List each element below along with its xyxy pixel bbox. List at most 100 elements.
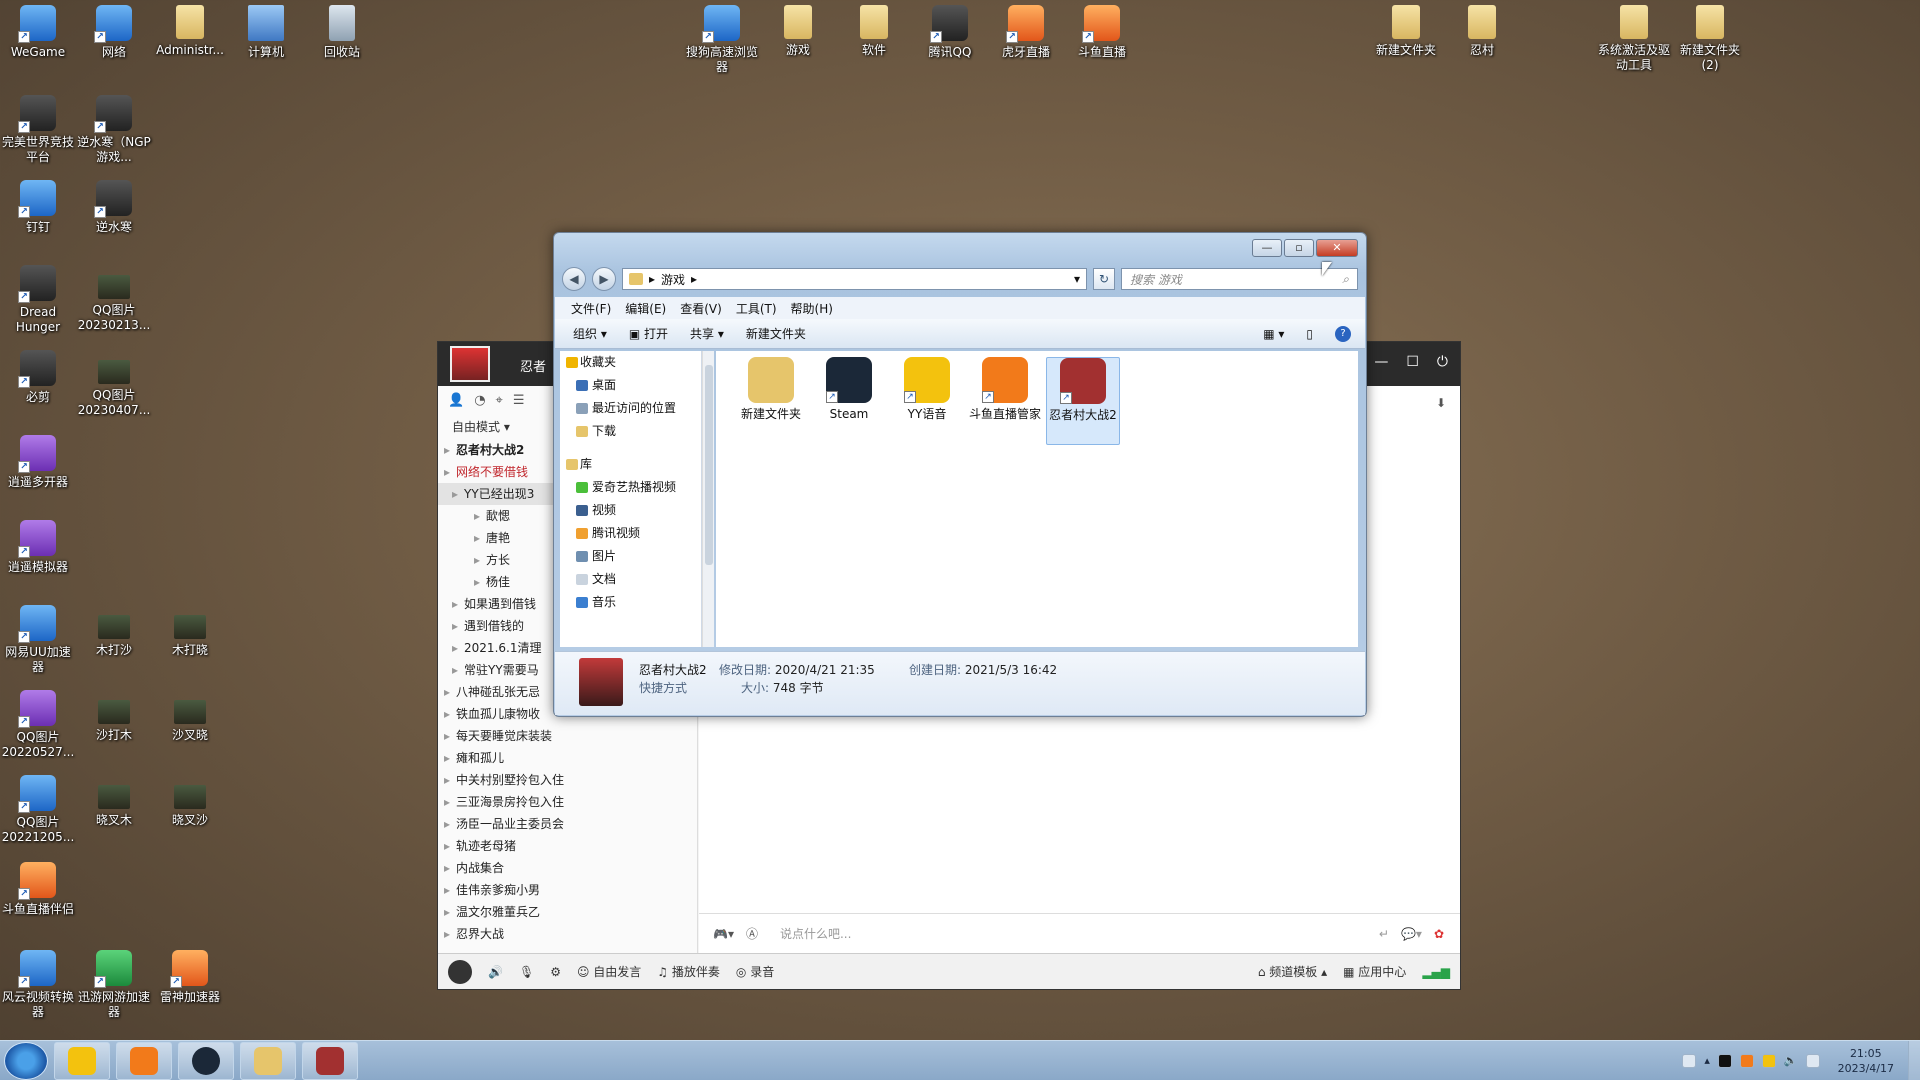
organize-button[interactable]: 组织 ▾ <box>573 325 607 342</box>
menu-item[interactable]: 工具(T) <box>736 300 777 317</box>
nav-scrollbar[interactable] <box>702 351 714 647</box>
nav-item[interactable]: 图片 <box>560 545 701 568</box>
desktop-icon[interactable]: 新建文件夹 <box>1368 5 1444 58</box>
clock[interactable]: 21:05 2023/4/17 <box>1838 1046 1894 1076</box>
nav-item[interactable]: 桌面 <box>560 374 701 397</box>
power-icon[interactable]: ⏻ <box>1437 354 1448 370</box>
qq-tray-icon[interactable] <box>1717 1053 1732 1068</box>
tray-expand-icon[interactable]: ▴ <box>1704 1054 1710 1067</box>
desktop-icon[interactable]: ↗ 完美世界竞技平台 <box>0 95 76 165</box>
nav-item[interactable]: 文档 <box>560 568 701 591</box>
desktop-icon[interactable]: ↗ 虎牙直播 <box>988 5 1064 60</box>
channel-template-button[interactable]: ⌂ 频道模板 ▴ <box>1258 963 1327 980</box>
taskbar-explorer-button[interactable] <box>240 1041 296 1080</box>
file-item[interactable]: ↗ 忍者村大战2 <box>1046 357 1120 445</box>
file-item[interactable]: ↗ 斗鱼直播管家 <box>968 357 1042 445</box>
taskbar-steam-button[interactable] <box>178 1041 234 1080</box>
message-icon[interactable]: 💬▾ <box>1401 927 1422 941</box>
desktop-icon[interactable]: ↗ 网易UU加速器 <box>0 605 76 675</box>
volume-icon[interactable]: 🔈 <box>1784 1054 1798 1067</box>
back-button[interactable]: ◀ <box>562 267 586 291</box>
chat-input[interactable]: 说点什么吧... <box>780 925 851 942</box>
desktop-icon[interactable]: ↗ 逍遥多开器 <box>0 435 76 490</box>
breadcrumb[interactable]: 游戏 <box>661 271 685 288</box>
view-options-icon[interactable]: ▦ ▾ <box>1263 327 1284 341</box>
maximize-button[interactable]: ▫ <box>1284 239 1314 257</box>
file-item[interactable]: ↗ YY语音 <box>890 357 964 445</box>
mixer-icon[interactable]: ⚙ <box>550 965 561 979</box>
history-icon[interactable]: ◔ <box>474 393 485 408</box>
channel-tree-item[interactable]: ▸ 中关村别墅拎包入住 <box>438 769 697 791</box>
taskbar-yy-button[interactable] <box>54 1041 110 1080</box>
desktop-icon[interactable]: 系统激活及驱动工具 <box>1596 5 1672 73</box>
refresh-button[interactable]: ↻ <box>1093 268 1115 290</box>
free-speak-button[interactable]: ☺ 自由发言 <box>577 963 641 980</box>
channel-tree-item[interactable]: ▸ 忍界大战 <box>438 923 697 945</box>
desktop-icon[interactable]: ↗ QQ图片20221205... <box>0 775 76 845</box>
channel-tree-item[interactable]: ▸ 三亚海景房拎包入住 <box>438 791 697 813</box>
desktop-icon[interactable]: 游戏 <box>760 5 836 58</box>
desktop-icon[interactable]: ↗ WeGame <box>0 5 76 60</box>
desktop-icon[interactable]: 晓叉沙 <box>152 775 228 828</box>
file-item[interactable]: 新建文件夹 <box>734 357 808 445</box>
minimize-button[interactable]: — <box>1252 239 1282 257</box>
forward-button[interactable]: ▶ <box>592 267 616 291</box>
new-folder-button[interactable]: 新建文件夹 <box>746 325 806 342</box>
desktop-icon[interactable]: Administr... <box>152 5 228 58</box>
channel-tree-item[interactable]: ▸ 瘫和孤儿 <box>438 747 697 769</box>
network-icon[interactable] <box>1805 1053 1820 1068</box>
desktop-icon[interactable]: ↗ 逆水寒 <box>76 180 152 235</box>
menu-item[interactable]: 编辑(E) <box>625 300 666 317</box>
location-icon[interactable]: ⌖ <box>496 393 503 408</box>
desktop-icon[interactable]: 沙打木 <box>76 690 152 743</box>
speaker-icon[interactable]: 🔊 <box>488 965 503 979</box>
desktop-icon[interactable]: 忍村 <box>1444 5 1520 58</box>
channel-tree-item[interactable]: ▸ 内战集合 <box>438 857 697 879</box>
desktop-icon[interactable]: ↗ 腾讯QQ <box>912 5 988 60</box>
maximize-icon[interactable]: ☐ <box>1406 354 1419 370</box>
desktop-icon[interactable]: 晓叉木 <box>76 775 152 828</box>
douyu-tray-icon[interactable] <box>1739 1053 1754 1068</box>
channel-tree-item[interactable]: ▸ 每天要睡觉床装装 <box>438 725 697 747</box>
desktop-icon[interactable]: 木打沙 <box>76 605 152 658</box>
desktop-icon[interactable]: ↗ 必剪 <box>0 350 76 405</box>
channel-tree-item[interactable]: ▸ 温文尔雅董兵乙 <box>438 901 697 923</box>
desktop-icon[interactable]: ↗ 风云视频转换器 <box>0 950 76 1020</box>
search-icon[interactable]: ⌕ <box>1342 272 1349 287</box>
user-icon[interactable]: 👤 <box>448 393 464 408</box>
desktop-icon[interactable]: ↗ 钉钉 <box>0 180 76 235</box>
nav-item[interactable]: 视频 <box>560 499 701 522</box>
desktop-icon[interactable]: 木打晓 <box>152 605 228 658</box>
list-icon[interactable]: ☰ <box>513 393 525 408</box>
keyboard-icon[interactable] <box>1682 1053 1697 1068</box>
nav-item[interactable]: 库 <box>560 453 701 476</box>
menu-item[interactable]: 查看(V) <box>680 300 722 317</box>
yy-tray-icon[interactable] <box>1761 1053 1776 1068</box>
channel-tree-item[interactable]: ▸ 汤臣一品业主委员会 <box>438 813 697 835</box>
desktop-icon[interactable]: ↗ 迅游网游加速器 <box>76 950 152 1020</box>
preview-pane-icon[interactable]: ▯ <box>1306 327 1313 341</box>
file-item[interactable]: ↗ Steam <box>812 357 886 445</box>
desktop-icon[interactable]: ↗ 网络 <box>76 5 152 60</box>
desktop-icon[interactable]: ↗ 雷神加速器 <box>152 950 228 1005</box>
channel-tree-item[interactable]: ▸ 佳伟亲爹痴小男 <box>438 879 697 901</box>
desktop-icon[interactable]: 回收站 <box>304 5 380 60</box>
desktop-icon[interactable]: ↗ QQ图片20220527... <box>0 690 76 760</box>
help-icon[interactable]: ? <box>1335 325 1351 342</box>
minimize-icon[interactable]: — <box>1374 354 1388 370</box>
explorer-window[interactable]: — ▫ ✕ ◀ ▶ ▸ 游戏 ▸ ▾ ↻ 搜索 游戏 ⌕ 文件(F) 编辑(E) 查… <box>553 232 1367 717</box>
address-dropdown-icon[interactable]: ▾ <box>1074 272 1080 286</box>
nav-item[interactable]: 下载 <box>560 420 701 443</box>
self-avatar[interactable] <box>448 959 472 984</box>
flower-icon[interactable]: ✿ <box>1434 927 1444 941</box>
close-button[interactable]: ✕ <box>1316 239 1358 257</box>
translate-icon[interactable]: Ⓐ <box>746 925 758 942</box>
download-icon[interactable]: ⬇ <box>1436 396 1446 410</box>
nav-item[interactable]: 音乐 <box>560 591 701 614</box>
record-button[interactable]: ◎ 录音 <box>736 963 774 980</box>
taskbar-douyu-button[interactable] <box>116 1041 172 1080</box>
menu-item[interactable]: 帮助(H) <box>791 300 833 317</box>
desktop-icon[interactable]: ↗ Dread Hunger <box>0 265 76 335</box>
desktop-icon[interactable]: 沙叉晓 <box>152 690 228 743</box>
desktop-icon[interactable]: QQ图片20230407... <box>76 350 152 418</box>
